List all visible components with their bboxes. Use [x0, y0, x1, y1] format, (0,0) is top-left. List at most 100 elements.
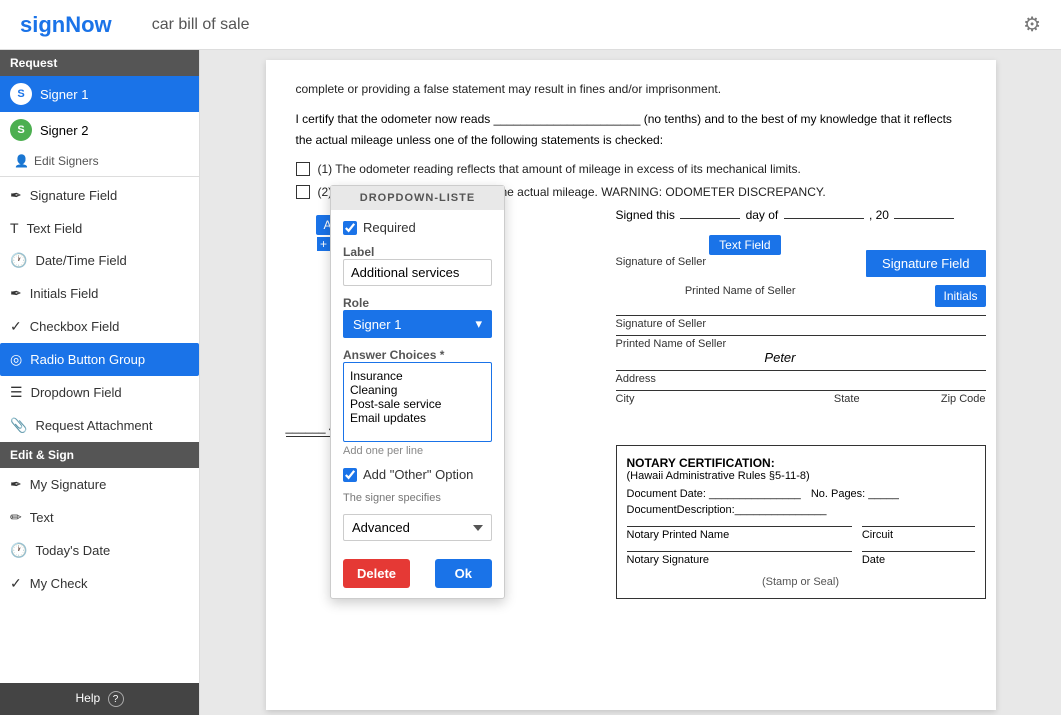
signed-label: Signed this — [616, 208, 675, 222]
role-select-wrapper: Signer 1 ▾ — [343, 310, 492, 338]
sig-seller-label: Signature of Seller — [616, 256, 707, 268]
day-line — [784, 218, 864, 219]
add-other-row: Add "Other" Option — [343, 467, 492, 482]
sidebar-item-my-signature[interactable]: ✒ My Signature — [0, 468, 199, 501]
sidebar-item-initials-label: Initials Field — [30, 286, 99, 301]
sidebar-signer-1[interactable]: S Signer 1 — [0, 76, 199, 112]
gear-icon[interactable]: ⚙ — [1023, 12, 1041, 37]
state-label: State — [801, 393, 894, 405]
notary-doc-date: Document Date: _______________ — [627, 488, 801, 500]
signer-specifies-label: The signer specifies — [343, 492, 492, 504]
sidebar-item-my-check[interactable]: ✓ My Check — [0, 567, 199, 600]
notary-subtitle: (Hawaii Administrative Rules §5-11-8) — [627, 470, 975, 482]
year-line — [894, 218, 954, 219]
sidebar-item-text-label: Text Field — [27, 221, 83, 236]
sig-seller-label-2: Signature of Seller — [616, 318, 707, 330]
sidebar-item-signature[interactable]: ✒ Signature Field — [0, 179, 199, 212]
notary-sig-col: Notary Signature — [627, 551, 852, 566]
doc-certify: I certify that the odometer now reads __… — [296, 109, 966, 150]
signed-line — [680, 218, 740, 219]
printed-name-row: Printed Name of Seller — [685, 285, 796, 297]
day-label: day of — [746, 208, 779, 222]
text-field-badge[interactable]: Text Field — [709, 235, 780, 255]
required-label: Required — [363, 220, 416, 235]
sidebar-signer-2[interactable]: S Signer 2 — [0, 112, 199, 148]
sidebar-item-text[interactable]: T Text Field — [0, 212, 199, 244]
clock-icon: 🕐 — [10, 252, 27, 269]
required-checkbox[interactable] — [343, 221, 357, 235]
role-select[interactable]: Signer 1 ▾ — [343, 310, 492, 338]
notary-doc-row: Document Date: _______________ No. Pages… — [627, 488, 975, 500]
role-label: Role — [343, 296, 492, 310]
logo-sign: sign — [20, 12, 65, 37]
delete-button[interactable]: Delete — [343, 559, 410, 588]
sidebar-item-todays-date[interactable]: 🕐 Today's Date — [0, 534, 199, 567]
sidebar-item-todays-date-label: Today's Date — [35, 543, 110, 558]
sidebar-item-checkbox-label: Checkbox Field — [30, 319, 120, 334]
notary-sig-row-2: Notary Signature Date — [627, 551, 975, 566]
add-one-label: Add one per line — [343, 445, 492, 457]
text-edit-icon: ✏ — [10, 509, 22, 526]
certify-text: I certify that the odometer now reads __… — [296, 109, 966, 150]
advanced-select[interactable]: Advanced — [343, 514, 492, 541]
sidebar: Request S Signer 1 S Signer 2 👤 Edit Sig… — [0, 50, 200, 715]
todays-date-icon: 🕐 — [10, 542, 27, 559]
edit-signers-button[interactable]: 👤 Edit Signers — [0, 148, 199, 174]
sig-seller-row-2: Signature of Seller — [616, 315, 986, 330]
checkbox-icon: ✓ — [10, 318, 22, 335]
address-section: Address — [616, 370, 986, 385]
checkbox-1-text: (1) The odometer reading reflects that a… — [318, 160, 801, 179]
dropdown-icon: ☰ — [10, 384, 23, 401]
notary-date-label: Date — [862, 554, 885, 566]
signed-row: Signed this day of , 20 — [616, 208, 986, 222]
notary-sig-row: Notary Printed Name Circuit — [627, 526, 975, 541]
ok-button[interactable]: Ok — [435, 559, 492, 588]
sidebar-item-initials[interactable]: ✒ Initials Field — [0, 277, 199, 310]
sidebar-item-radio-label: Radio Button Group — [30, 352, 145, 367]
notary-box: NOTARY CERTIFICATION: (Hawaii Administra… — [616, 445, 986, 599]
advanced-section: Advanced — [343, 514, 492, 541]
sidebar-item-checkbox[interactable]: ✓ Checkbox Field — [0, 310, 199, 343]
add-other-label: Add "Other" Option — [363, 467, 473, 482]
notary-circuit-col: Circuit — [862, 526, 975, 541]
sidebar-item-radio[interactable]: ◎ Radio Button Group — [0, 343, 199, 376]
attachment-icon: 📎 — [10, 417, 27, 434]
required-row: Required — [343, 220, 492, 235]
my-signature-icon: ✒ — [10, 476, 22, 493]
dropdown-config-panel: DROPDOWN-LISTE Required Label Role Signe… — [330, 185, 505, 599]
role-value: Signer 1 — [353, 317, 401, 332]
signer-1-label: Signer 1 — [40, 87, 88, 102]
popup-body: Required Label Role Signer 1 ▾ Answer Ch… — [331, 210, 504, 551]
sidebar-item-datetime-label: Date/Time Field — [35, 253, 126, 268]
sidebar-item-text-edit-label: Text — [30, 510, 54, 525]
printed-name-row-2: Printed Name of Seller — [616, 335, 986, 350]
checkbox-row-1: (1) The odometer reading reflects that a… — [296, 160, 966, 179]
notary-sig-label: Notary Signature — [627, 554, 710, 566]
signature-field-label: Signature Field — [882, 256, 969, 271]
popup-header: DROPDOWN-LISTE — [331, 186, 504, 210]
text-icon: T — [10, 220, 19, 236]
signer-2-label: Signer 2 — [40, 123, 88, 138]
sidebar-item-dropdown[interactable]: ☰ Dropdown Field — [0, 376, 199, 409]
add-other-checkbox[interactable] — [343, 468, 357, 482]
stamp-label: (Stamp or Seal) — [627, 576, 975, 588]
sidebar-item-attachment[interactable]: 📎 Request Attachment — [0, 409, 199, 442]
doc-checkbox-1[interactable] — [296, 162, 310, 176]
doc-checkbox-2[interactable] — [296, 185, 310, 199]
label-field-label: Label — [343, 245, 492, 259]
label-input[interactable] — [343, 259, 492, 286]
help-button[interactable]: Help ? — [0, 683, 199, 715]
printed-name-label: Printed Name of Seller — [685, 285, 796, 297]
initials-badge[interactable]: Initials — [935, 285, 985, 307]
city-label: City — [616, 393, 801, 405]
answer-choices-textarea[interactable]: Insurance Cleaning Post-sale service Ema… — [343, 362, 492, 442]
answer-choices-label: Answer Choices * — [343, 348, 492, 362]
sidebar-item-text-edit[interactable]: ✏ Text — [0, 501, 199, 534]
city-state-zip-row: City State Zip Code — [616, 390, 986, 405]
notary-date-col: Date — [862, 551, 975, 566]
config-footer: Delete Ok — [331, 551, 504, 598]
notary-printed-label: Notary Printed Name — [627, 529, 730, 541]
sidebar-item-datetime[interactable]: 🕐 Date/Time Field — [0, 244, 199, 277]
help-icon: ? — [108, 691, 124, 707]
signature-field-badge[interactable]: Signature Field — [866, 250, 985, 277]
